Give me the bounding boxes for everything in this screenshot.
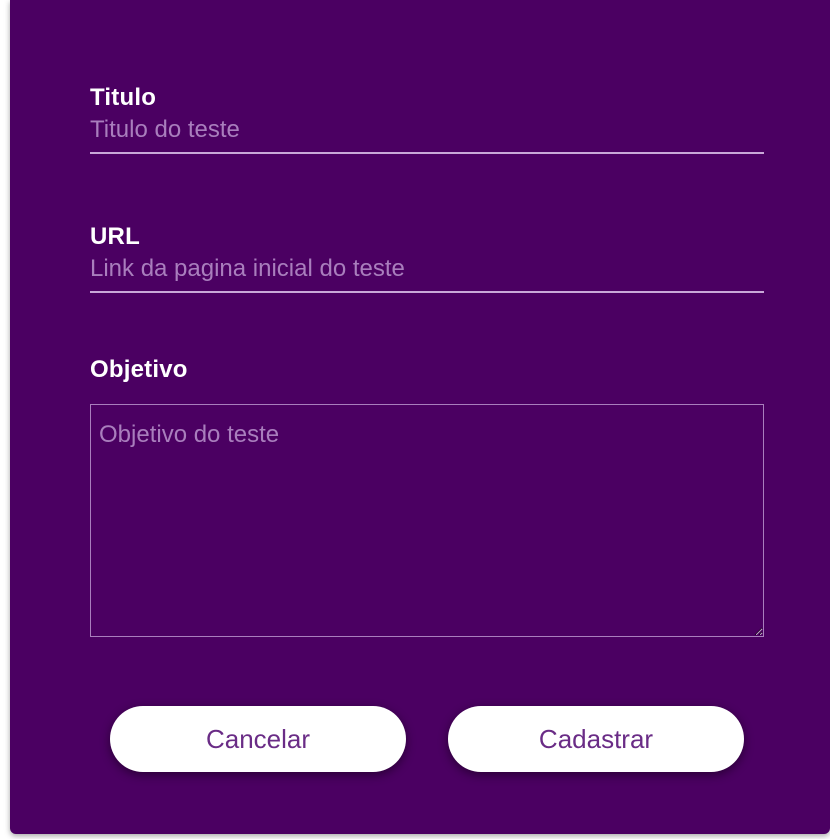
url-field: URL xyxy=(90,223,764,293)
cancel-button[interactable]: Cancelar xyxy=(110,706,406,772)
objetivo-label: Objetivo xyxy=(90,356,188,383)
titulo-input[interactable] xyxy=(90,112,764,154)
url-input[interactable] xyxy=(90,251,764,293)
titulo-label: Titulo xyxy=(90,84,157,111)
objetivo-field: Objetivo xyxy=(90,356,764,637)
cadastrar-button[interactable]: Cadastrar xyxy=(448,706,744,772)
url-label: URL xyxy=(90,223,140,250)
titulo-field: Titulo xyxy=(90,84,764,154)
new-test-dialog: Titulo URL Objetivo Cancelar Cadastrar xyxy=(10,0,830,834)
objetivo-textarea[interactable] xyxy=(90,404,764,637)
